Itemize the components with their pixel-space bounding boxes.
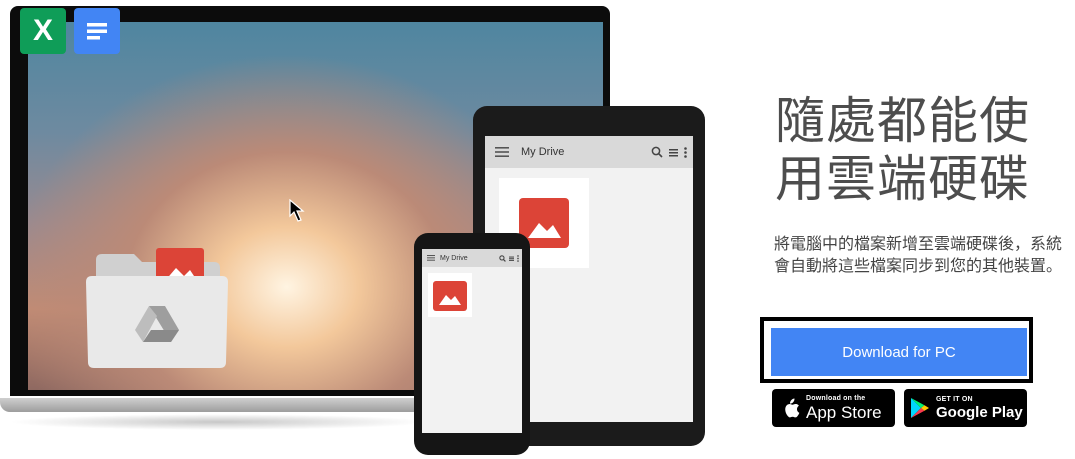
image-file-icon [433, 281, 467, 311]
list-view-icon[interactable] [509, 256, 514, 261]
menu-icon[interactable] [427, 255, 435, 261]
app-store-badge[interactable]: Download on the App Store [772, 389, 895, 427]
docs-lines-icon [87, 23, 107, 40]
sheets-icon-glyph: X [32, 14, 53, 47]
phone-toolbar: My Drive [422, 249, 522, 267]
laptop-base [0, 398, 440, 412]
docs-icon [74, 8, 120, 54]
apple-logo-icon [785, 398, 800, 417]
google-play-small-text: GET IT ON [936, 396, 973, 403]
menu-icon[interactable] [495, 147, 509, 157]
app-store-big-text: App Store [806, 403, 882, 422]
mouse-cursor-icon [289, 199, 305, 222]
page-description: 將電腦中的檔案新增至雲端硬碟後，系統會自動將這些檔案同步到您的其他裝置。 [774, 234, 1063, 275]
file-thumbnail[interactable] [428, 273, 472, 317]
download-button-label: Download for PC [842, 343, 956, 361]
sheets-icon: X [20, 8, 66, 54]
search-icon[interactable] [651, 146, 663, 158]
app-store-small-text: Download on the [806, 395, 866, 402]
drive-folder-icon [86, 248, 228, 368]
google-play-badge[interactable]: GET IT ON Google Play [904, 389, 1027, 427]
search-icon[interactable] [499, 254, 506, 262]
more-vert-icon[interactable] [684, 146, 687, 158]
phone-toolbar-title: My Drive [440, 254, 468, 262]
page-headline: 隨處都能使 用雲端硬碟 [775, 92, 1030, 208]
phone-screen: My Drive [422, 249, 522, 433]
more-vert-icon[interactable] [517, 254, 519, 262]
phone-device: My Drive [414, 233, 530, 455]
download-for-pc-button[interactable]: Download for PC [771, 328, 1027, 376]
list-view-icon[interactable] [669, 148, 678, 157]
laptop-shadow [8, 414, 428, 430]
google-play-big-text: Google Play [936, 404, 1023, 421]
tablet-toolbar: My Drive [485, 136, 693, 168]
google-play-logo-icon [911, 398, 929, 418]
tablet-toolbar-title: My Drive [521, 146, 565, 158]
